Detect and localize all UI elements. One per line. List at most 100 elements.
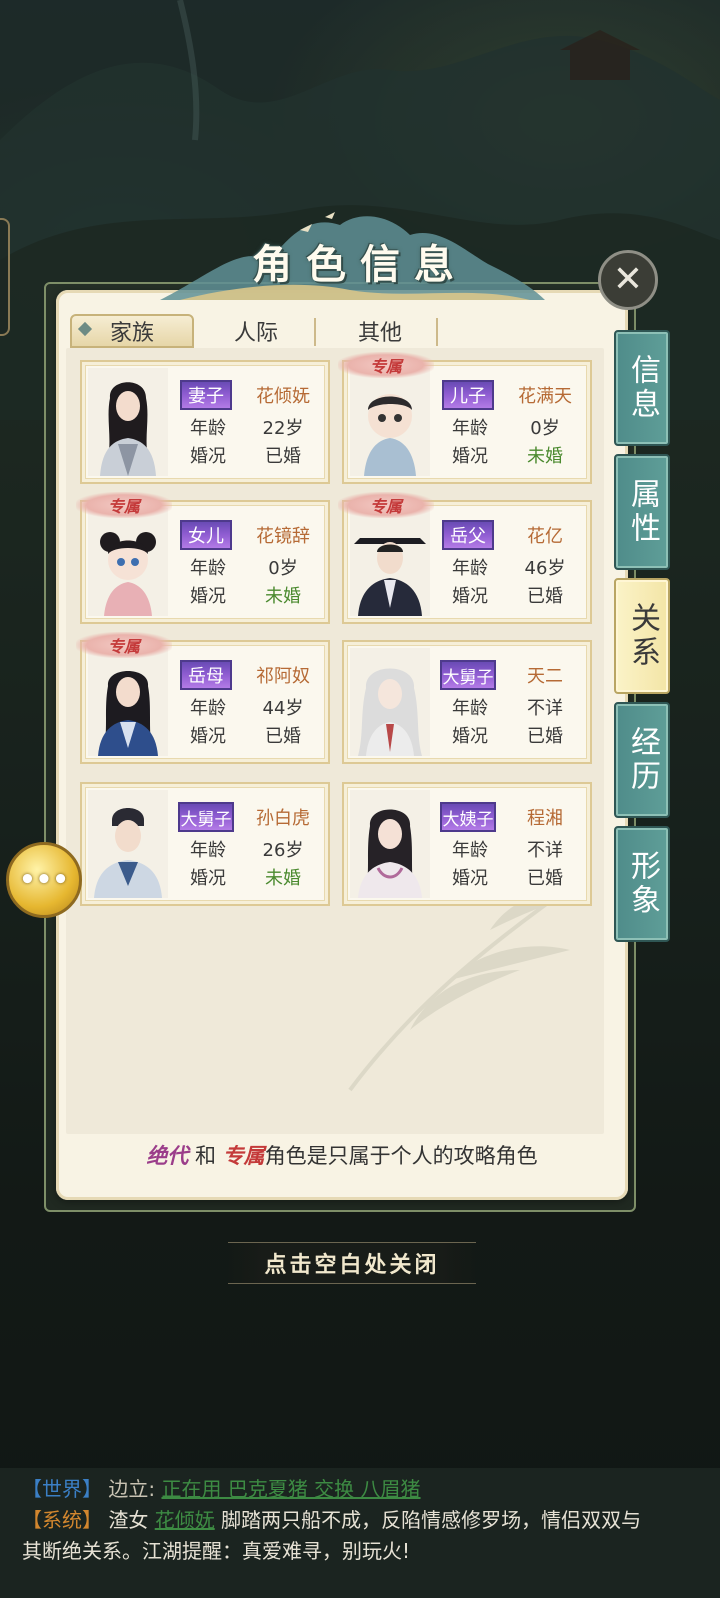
age-label: 年龄 (190, 840, 226, 861)
age-value: 46岁 (524, 558, 566, 579)
role-badge: 大舅子 (440, 660, 496, 690)
chat-button[interactable]: ••• (6, 842, 82, 918)
portrait-father-in-law (350, 508, 430, 616)
marital-status: 未婚 (527, 446, 563, 467)
marital-status: 已婚 (527, 586, 563, 607)
portrait-brother-in-law-sun (88, 790, 168, 898)
marital-status: 已婚 (527, 726, 563, 747)
marriage-label: 婚况 (452, 586, 488, 607)
character-card[interactable]: 专属 儿子 花满天 年龄 0岁 婚况 未婚 (338, 352, 592, 484)
side-tab-attributes[interactable]: 属性 (614, 454, 670, 570)
side-tab-appearance-label: 形象 (625, 850, 660, 918)
character-name: 花倾妩 (256, 386, 310, 407)
chat-speaker[interactable]: 边立: (108, 1477, 155, 1501)
marital-status: 已婚 (265, 446, 301, 467)
character-card[interactable]: 大舅子 孙白虎 年龄 26岁 婚况 未婚 (80, 782, 330, 906)
chat-line-system: 【系统】 渣女 花倾妩 脚踏两只船不成，反陷情感修罗场，情侣双双与 (22, 1505, 710, 1536)
close-x-icon: ✕ (612, 259, 644, 300)
marriage-label: 婚况 (452, 868, 488, 889)
character-name: 花满天 (518, 386, 572, 407)
role-badge: 妻子 (180, 380, 232, 410)
tab-family-label: 家族 (109, 321, 154, 346)
age-value: 不详 (527, 698, 563, 719)
role-badge: 儿子 (442, 380, 494, 410)
tab-divider (314, 318, 316, 346)
marriage-label: 婚况 (452, 446, 488, 467)
character-card[interactable]: 大姨子 程湘 年龄 不详 婚况 已婚 (342, 782, 592, 906)
tab-other[interactable]: 其他 (318, 314, 442, 348)
channel-system-tag: 【系统】 (22, 1508, 102, 1532)
role-badge: 岳母 (180, 660, 232, 690)
portrait-wife (88, 368, 168, 476)
side-tab-history[interactable]: 经历 (614, 702, 670, 818)
footer-note-text: 角色是只属于个人的攻略角色 (264, 1144, 538, 1168)
age-value: 0岁 (530, 418, 560, 439)
character-card[interactable]: 专属 女儿 花镜辞 年龄 0岁 婚况 未婚 (76, 492, 330, 624)
character-name-link[interactable]: 花倾妩 (155, 1508, 215, 1532)
age-value: 44岁 (262, 698, 304, 719)
tap-to-close-hint[interactable]: 点击空白处关闭 (228, 1242, 476, 1284)
age-value: 不详 (527, 840, 563, 861)
side-tab-attributes-label: 属性 (625, 478, 660, 546)
character-card[interactable]: 专属 岳母 祁阿奴 年龄 44岁 婚况 已婚 (76, 632, 330, 764)
role-badge: 大舅子 (178, 802, 234, 832)
trade-message-link[interactable]: 正在用 巴克夏猪 交换 八眉猪 (161, 1477, 420, 1501)
age-label: 年龄 (452, 840, 488, 861)
tab-divider (436, 318, 438, 346)
age-label: 年龄 (190, 418, 226, 439)
age-label: 年龄 (452, 418, 488, 439)
system-message: 脚踏两只船不成，反陷情感修罗场，情侣双双与 (221, 1508, 642, 1532)
side-tab-info[interactable]: 信息 (614, 330, 670, 446)
side-tab-history-label: 经历 (625, 726, 660, 794)
chat-log[interactable]: 【世界】 边立: 正在用 巴克夏猪 交换 八眉猪 【系统】 渣女 花倾妩 脚踏两… (0, 1468, 720, 1598)
diamond-marker-icon (77, 321, 93, 337)
age-value: 0岁 (268, 558, 298, 579)
portrait-son (350, 368, 430, 476)
marriage-label: 婚况 (190, 726, 226, 747)
age-label: 年龄 (190, 698, 226, 719)
exclusive-tag-text: 专属 (107, 637, 140, 656)
exclusive-tag: 专属 (76, 492, 172, 518)
portrait-sister-in-law (350, 790, 430, 898)
system-prefix: 渣女 (108, 1508, 149, 1532)
role-badge: 女儿 (180, 520, 232, 550)
character-name: 程湘 (527, 808, 563, 829)
exclusive-tag-text: 专属 (107, 497, 140, 516)
tab-social[interactable]: 人际 (194, 314, 318, 348)
peerless-tag: 绝代 (146, 1143, 189, 1168)
tab-family[interactable]: 家族 (70, 314, 194, 348)
side-tab-relations[interactable]: 关系 (614, 578, 670, 694)
character-name: 天二 (527, 666, 563, 687)
chat-line-world: 【世界】 边立: 正在用 巴克夏猪 交换 八眉猪 (22, 1474, 710, 1505)
character-name: 孙白虎 (256, 808, 310, 829)
marriage-label: 婚况 (452, 726, 488, 747)
character-name: 祁阿奴 (256, 666, 310, 687)
top-tab-bar: 家族 人际 其他 (70, 314, 442, 350)
character-card[interactable]: 大舅子 天二 年龄 不详 婚况 已婚 (342, 640, 592, 764)
marriage-label: 婚况 (190, 868, 226, 889)
age-label: 年龄 (452, 698, 488, 719)
character-card[interactable]: 妻子 花倾妩 年龄 22岁 婚况 已婚 (80, 360, 330, 484)
marital-status: 未婚 (265, 586, 301, 607)
portrait-daughter (88, 508, 168, 616)
exclusive-tag-text: 专属 (369, 497, 402, 516)
character-name: 花镜辞 (256, 526, 310, 547)
system-message-continuation: 其断绝关系。江湖提醒：真爱难寻，别玩火! (22, 1539, 411, 1563)
character-name: 花亿 (527, 526, 563, 547)
age-value: 22岁 (262, 418, 304, 439)
channel-world-tag[interactable]: 【世界】 (22, 1477, 102, 1501)
side-tab-appearance[interactable]: 形象 (614, 826, 670, 942)
exclusive-tag: 专属 (338, 492, 434, 518)
portrait-mother-in-law (88, 648, 168, 756)
side-tab-relations-label: 关系 (625, 602, 660, 670)
exclusive-tag-text: 专属 (369, 357, 402, 376)
close-button[interactable]: ✕ (598, 250, 658, 310)
exclusive-tag: 专属 (76, 632, 172, 658)
role-badge: 大姨子 (440, 802, 496, 832)
marriage-label: 婚况 (190, 446, 226, 467)
footer-note: 绝代 和 专属角色是只属于个人的攻略角色 (56, 1140, 628, 1170)
character-card[interactable]: 专属 岳父 花亿 年龄 46岁 婚况 已婚 (338, 492, 592, 624)
age-label: 年龄 (452, 558, 488, 579)
role-badge: 岳父 (442, 520, 494, 550)
side-tab-info-label: 信息 (625, 354, 660, 422)
